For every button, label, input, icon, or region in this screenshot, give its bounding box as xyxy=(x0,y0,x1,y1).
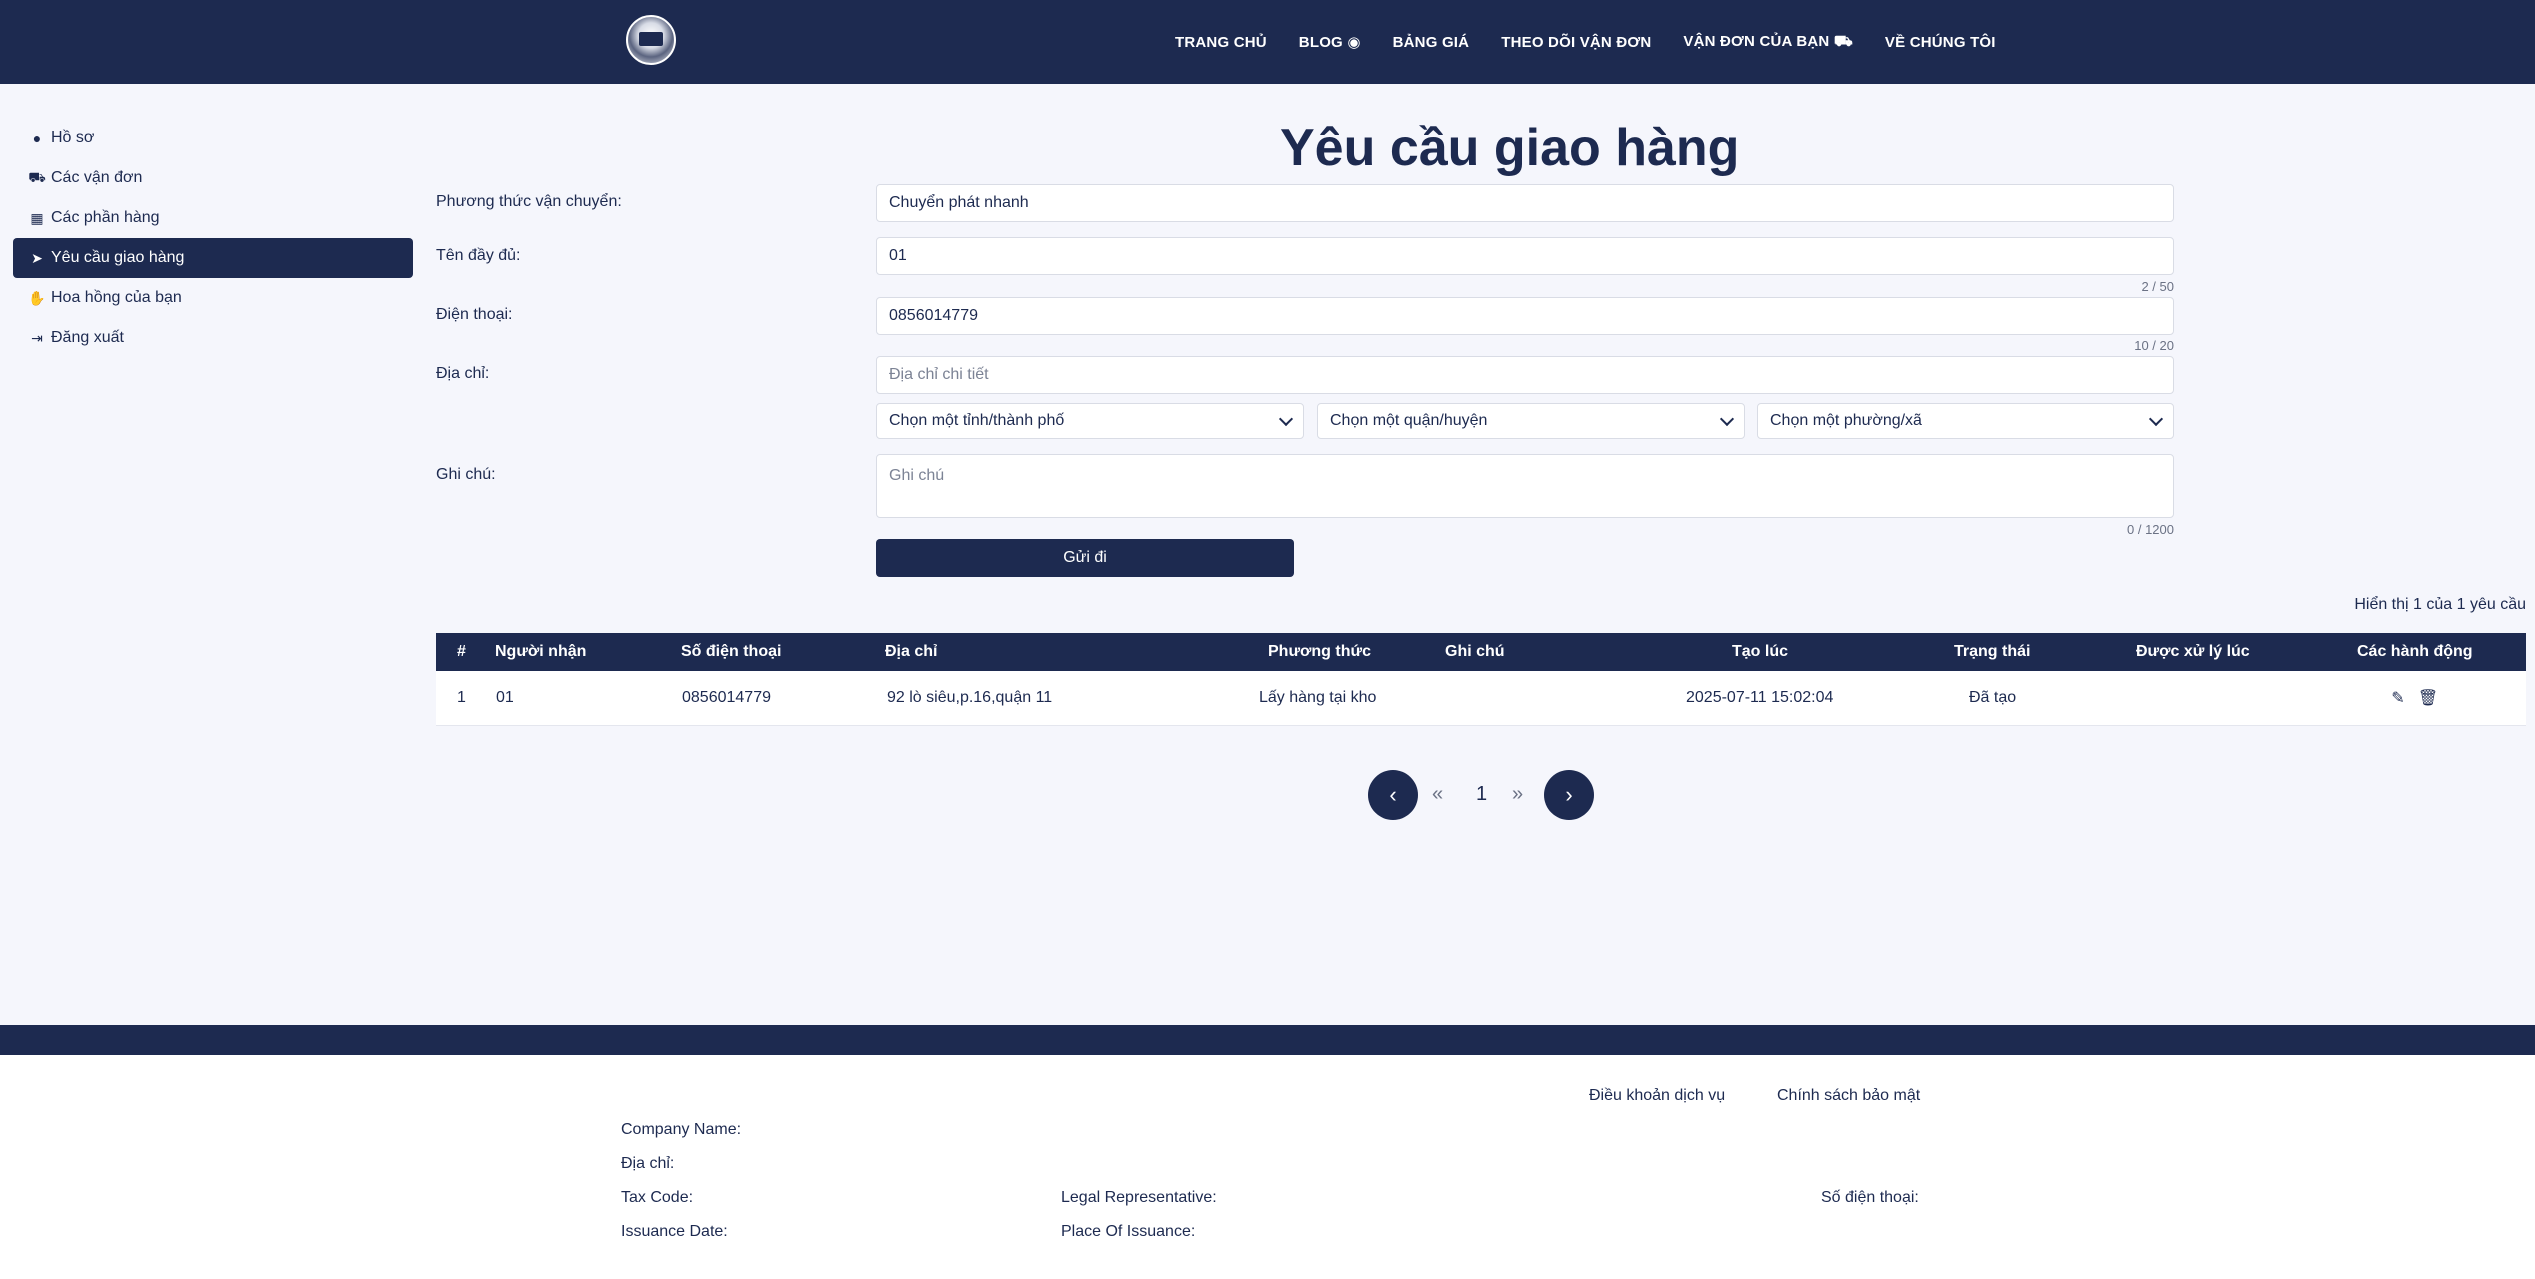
col-actions: Các hành động xyxy=(2357,643,2473,660)
sidebar: ● Hồ sơ ⛟ Các vận đơn ▦ Các phần hàng ➤ … xyxy=(13,118,413,358)
paper-plane-icon: ➤ xyxy=(31,249,43,266)
table-header: # Người nhận Số điện thoại Địa chỉ Phươn… xyxy=(436,633,2526,671)
sidebar-item-label: Các phần hàng xyxy=(51,209,160,226)
legal-rep-label: Legal Representative: xyxy=(1061,1189,1217,1206)
note-label: Ghi chú: xyxy=(436,466,496,483)
terms-link[interactable]: Điều khoản dịch vụ xyxy=(1589,1087,1725,1105)
sidebar-item-label: Hoa hồng của bạn xyxy=(51,289,182,306)
address-input[interactable]: Địa chỉ chi tiết xyxy=(876,356,2174,394)
col-phone: Số điện thoại xyxy=(681,643,782,660)
col-index: # xyxy=(457,643,466,660)
ward-select[interactable]: Chọn một phường/xã xyxy=(1757,403,2174,439)
company-name-label: Company Name: xyxy=(621,1121,742,1138)
address-label: Địa chỉ: xyxy=(436,365,490,382)
hand-holding-icon: ✋ xyxy=(28,289,46,306)
results-summary: Hiển thị 1 của 1 yêu cầu xyxy=(2354,596,2526,613)
requests-table: # Người nhận Số điện thoại Địa chỉ Phươn… xyxy=(436,633,2526,726)
main-nav: TRANG CHỦ BLOG ◉ BẢNG GIÁ THEO DÕI VẬN Đ… xyxy=(1175,0,1996,84)
tax-code-label: Tax Code: xyxy=(621,1189,694,1206)
full-name-input[interactable]: 01 xyxy=(876,237,2174,275)
nav-about[interactable]: VỀ CHÚNG TÔI xyxy=(1885,34,1996,51)
sidebar-item-parcels[interactable]: ▦ Các phần hàng xyxy=(13,198,413,238)
prev-page-button[interactable]: ‹ xyxy=(1368,770,1418,820)
submit-button[interactable]: Gửi đi xyxy=(876,539,1294,577)
phone-label: Điện thoại: xyxy=(436,306,513,323)
shipping-method-label: Phương thức vận chuyển: xyxy=(436,193,622,210)
last-page-link[interactable]: » xyxy=(1512,783,1523,806)
row-address: 92 lò siêu,p.16,quận 11 xyxy=(887,689,1053,706)
full-name-counter: 2 / 50 xyxy=(2141,279,2174,294)
sidebar-item-label: Yêu cầu giao hàng xyxy=(51,249,185,266)
sidebar-item-label: Hồ sơ xyxy=(51,129,95,146)
sign-out-icon: ⇥ xyxy=(31,329,43,346)
sidebar-item-delivery-request[interactable]: ➤ Yêu cầu giao hàng xyxy=(13,238,413,278)
top-navbar: TRANG CHỦ BLOG ◉ BẢNG GIÁ THEO DÕI VẬN Đ… xyxy=(0,0,2535,84)
boxes-icon: ▦ xyxy=(30,209,44,226)
footer-band xyxy=(0,1025,2535,1055)
row-created: 2025-07-11 15:02:04 xyxy=(1686,689,1834,706)
nav-tracking[interactable]: THEO DÕI VẬN ĐƠN xyxy=(1501,34,1651,51)
page-title: Yêu cầu giao hàng xyxy=(1280,119,1740,177)
note-counter: 0 / 1200 xyxy=(2127,522,2174,537)
truck-icon: ⛟ xyxy=(28,168,46,185)
sidebar-item-logout[interactable]: ⇥ Đăng xuất xyxy=(13,318,413,358)
chevron-left-icon: ‹ xyxy=(1389,782,1397,807)
col-created: Tạo lúc xyxy=(1732,643,1789,660)
shipping-method-field[interactable]: Chuyển phát nhanh xyxy=(876,184,2174,222)
col-status: Trạng thái xyxy=(1954,643,2031,660)
nav-your-orders-label: VẬN ĐƠN CỦA BẠN xyxy=(1683,32,1830,50)
footer: Điều khoản dịch vụ Chính sách bảo mật Co… xyxy=(0,1055,2535,1279)
chevron-right-icon: › xyxy=(1565,782,1573,807)
sidebar-item-commission[interactable]: ✋ Hoa hồng của bạn xyxy=(13,278,413,318)
sidebar-item-label: Đăng xuất xyxy=(51,329,124,346)
chevron-down-icon xyxy=(2148,411,2164,426)
current-page[interactable]: 1 xyxy=(1476,783,1487,806)
ward-select-value: Chọn một phường/xã xyxy=(1770,412,1922,429)
rss-icon: ◉ xyxy=(1347,34,1361,51)
chevron-down-icon xyxy=(1278,411,1294,426)
sidebar-item-shipments[interactable]: ⛟ Các vận đơn xyxy=(13,158,413,198)
col-recipient: Người nhận xyxy=(495,643,587,660)
place-of-issuance-label: Place Of Issuance: xyxy=(1061,1223,1196,1240)
footer-phone-label: Số điện thoại: xyxy=(1821,1189,1919,1206)
district-select-value: Chọn một quận/huyện xyxy=(1330,412,1488,429)
nav-home[interactable]: TRANG CHỦ xyxy=(1175,34,1267,51)
nav-pricing[interactable]: BẢNG GIÁ xyxy=(1393,34,1470,51)
issuance-date-label: Issuance Date: xyxy=(621,1223,728,1240)
col-note: Ghi chú xyxy=(1445,643,1505,660)
footer-address-label: Địa chỉ: xyxy=(621,1155,675,1172)
row-status: Đã tạo xyxy=(1969,689,2017,706)
first-page-link[interactable]: « xyxy=(1432,783,1443,806)
col-method: Phương thức xyxy=(1268,643,1371,660)
row-actions: ✎ 🗑 xyxy=(2390,671,2438,725)
sidebar-item-profile[interactable]: ● Hồ sơ xyxy=(13,118,413,158)
edit-icon[interactable]: ✎ xyxy=(2390,690,2406,707)
privacy-link[interactable]: Chính sách bảo mật xyxy=(1777,1087,1920,1105)
nav-blog[interactable]: BLOG ◉ xyxy=(1299,33,1361,51)
truck-icon: ⛟ xyxy=(1833,32,1853,50)
phone-counter: 10 / 20 xyxy=(2134,338,2174,353)
row-method: Lấy hàng tại kho xyxy=(1259,689,1377,706)
chevron-down-icon xyxy=(1719,411,1735,426)
province-select[interactable]: Chọn một tỉnh/thành phố xyxy=(876,403,1304,439)
trash-icon[interactable]: 🗑 xyxy=(2418,690,2438,707)
row-recipient: 01 xyxy=(496,689,514,706)
note-textarea[interactable]: Ghi chú xyxy=(876,454,2174,518)
nav-your-orders[interactable]: VẬN ĐƠN CỦA BẠN ⛟ xyxy=(1683,33,1853,52)
table-row: 1 01 0856014779 92 lò siêu,p.16,quận 11 … xyxy=(436,671,2526,726)
phone-input[interactable]: 0856014779 xyxy=(876,297,2174,335)
sidebar-item-label: Các vận đơn xyxy=(51,169,143,186)
nav-blog-label: BLOG xyxy=(1298,34,1343,51)
province-select-value: Chọn một tỉnh/thành phố xyxy=(889,412,1065,429)
full-name-label: Tên đầy đủ: xyxy=(436,247,521,264)
user-circle-icon: ● xyxy=(32,130,42,146)
col-processed: Được xử lý lúc xyxy=(2136,643,2250,660)
row-phone: 0856014779 xyxy=(682,689,771,706)
row-index: 1 xyxy=(457,689,466,706)
col-address: Địa chỉ xyxy=(885,643,938,660)
district-select[interactable]: Chọn một quận/huyện xyxy=(1317,403,1745,439)
logo[interactable] xyxy=(626,15,676,65)
next-page-button[interactable]: › xyxy=(1544,770,1594,820)
